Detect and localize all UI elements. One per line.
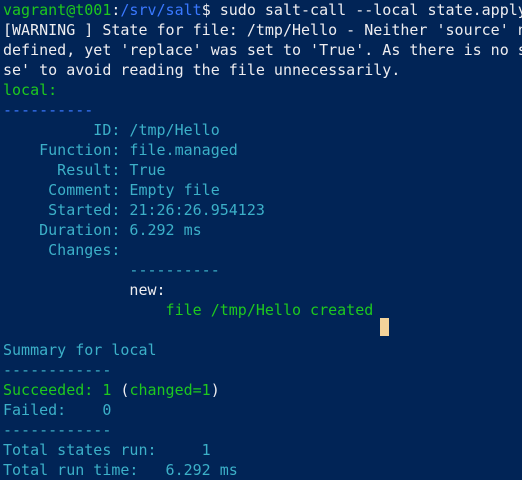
command-text: sudo salt-call --local state.apply (210, 1, 522, 19)
result-host: local: (3, 81, 58, 99)
succeeded-label: Succeeded: 1 (3, 381, 112, 399)
warning-line-1: [WARNING ] State for file: /tmp/Hello - … (3, 21, 522, 39)
changes-new-value: file /tmp/Hello created (3, 301, 374, 319)
comment-value: Empty file (120, 181, 220, 199)
terminal-window[interactable]: vagrant@t001:/srv/salt$ sudo salt-call -… (0, 0, 522, 479)
summary-title: Summary for local (3, 341, 157, 359)
result-label: Result: (3, 161, 121, 179)
id-label: ID: (3, 121, 121, 139)
prompt-path: /srv/salt (120, 1, 202, 19)
failed-row: Failed: 0 (3, 401, 112, 419)
succeeded-close-paren: ) (210, 381, 220, 399)
started-value: 21:26:26.954123 (120, 201, 265, 219)
result-id-row: ID: /tmp/Hello (0, 120, 522, 140)
comment-label: Comment: (3, 181, 121, 199)
text-cursor (380, 318, 389, 336)
total-time-row: Total run time: 6.292 ms (3, 461, 238, 479)
prompt-symbol: $ (201, 1, 211, 19)
changes-new-label: new: (3, 281, 166, 299)
command-prompt-line: vagrant@t001:/srv/salt$ sudo salt-call -… (0, 0, 522, 20)
summary-succeeded-row: Succeeded: 1 (changed=1) (0, 380, 522, 400)
warning-line-2: defined, yet 'replace' was set to 'True'… (3, 41, 522, 59)
result-function-row: Function: file.managed (0, 140, 522, 160)
warning-line-3: se' to avoid reading the file unnecessar… (3, 61, 401, 79)
id-value: /tmp/Hello (120, 121, 220, 139)
summary-separator-1: ------------ (3, 361, 112, 379)
duration-label: Duration: (3, 221, 121, 239)
result-comment-row: Comment: Empty file (0, 180, 522, 200)
succeeded-changed: changed=1 (129, 381, 211, 399)
succeeded-open-paren: ( (111, 381, 130, 399)
summary-separator-2: ------------ (3, 421, 112, 439)
function-value: file.managed (120, 141, 238, 159)
changes-label: Changes: (3, 241, 121, 259)
result-separator: ---------- (3, 101, 94, 119)
total-states-row: Total states run: 1 (3, 441, 211, 459)
duration-value: 6.292 ms (120, 221, 202, 239)
started-label: Started: (3, 201, 121, 219)
result-result-row: Result: True (0, 160, 522, 180)
function-label: Function: (3, 141, 121, 159)
result-duration-row: Duration: 6.292 ms (0, 220, 522, 240)
result-value: True (120, 161, 166, 179)
prompt-user-host: vagrant@t001 (3, 1, 112, 19)
changes-separator: ---------- (3, 261, 220, 279)
result-started-row: Started: 21:26:26.954123 (0, 200, 522, 220)
